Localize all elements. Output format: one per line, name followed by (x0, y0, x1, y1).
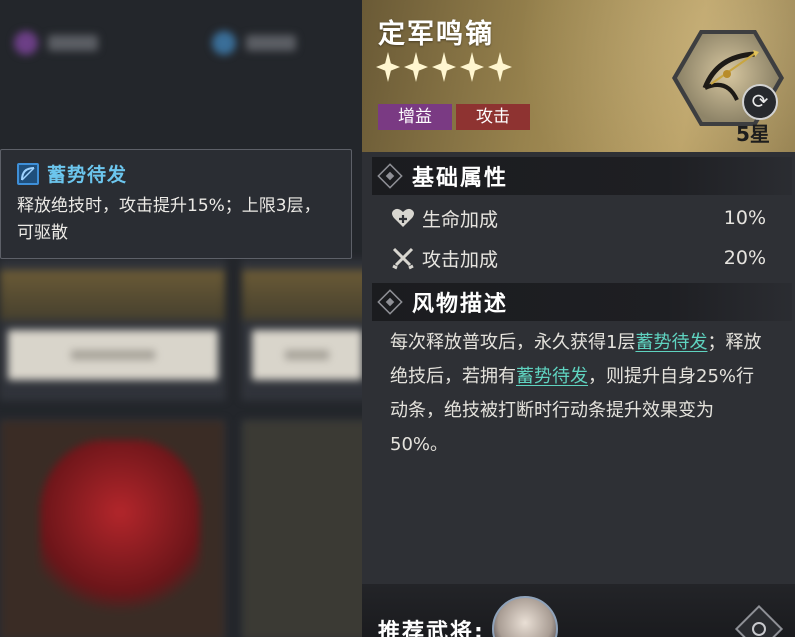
item-tag: 增益 (378, 104, 452, 130)
attribute-value: 10% (723, 207, 766, 229)
attribute-value: 20% (723, 247, 766, 269)
item-tag: 攻击 (456, 104, 530, 130)
tooltip-title: 蓄势待发 (47, 164, 128, 186)
description-header: 风物描述 (372, 283, 792, 321)
attribute-row-attack: 攻击加成 20% (390, 243, 766, 273)
bg-card-header (0, 270, 225, 320)
star-icon (488, 52, 512, 82)
attribute-row-hp: 生命加成 10% (390, 203, 766, 233)
star-icon (460, 52, 484, 82)
bg-button (8, 330, 218, 380)
item-detail-panel: 定军鸣镝 增益 攻击 ⟳ 5星 基础属性 生命加成 10% 攻击加成 20% 风… (362, 0, 795, 637)
hero-avatar[interactable] (492, 596, 558, 637)
bg-character (40, 440, 200, 620)
background-scene (0, 0, 362, 637)
base-attributes-header: 基础属性 (372, 157, 792, 195)
bg-tab-right (212, 28, 296, 58)
recommend-label: 推荐武将: (378, 620, 485, 637)
heart-plus-icon (392, 208, 414, 227)
buff-tooltip: 蓄势待发 释放绝技时，攻击提升15%；上限3层，可驱散 (0, 149, 352, 259)
section-title: 基础属性 (412, 166, 509, 191)
buff-link[interactable]: 蓄势待发 (635, 332, 707, 353)
star-icon (376, 52, 400, 82)
bg-card-header (242, 270, 362, 320)
crossed-swords-icon (392, 247, 414, 270)
recommend-bar: 推荐武将: (362, 584, 795, 637)
buff-link[interactable]: 蓄势待发 (516, 366, 588, 387)
attribute-label: 攻击加成 (422, 248, 499, 271)
item-level: 5星 (736, 122, 770, 146)
item-tags: 增益 攻击 (378, 104, 530, 130)
diamond-icon (377, 163, 403, 189)
tooltip-description: 释放绝技时，攻击提升15%；上限3层，可驱散 (17, 196, 321, 243)
star-icon (432, 52, 456, 82)
star-icon (404, 52, 428, 82)
bow-skill-icon (17, 162, 39, 185)
description-text: 每次释放普攻后，永久获得1层 (390, 332, 636, 353)
bg-button (252, 330, 362, 380)
star-rating (376, 52, 512, 82)
attribute-label: 生命加成 (422, 208, 499, 231)
item-description: 每次释放普攻后，永久获得1层蓄势待发；释放绝技后，若拥有蓄势待发，则提升自身25… (390, 326, 770, 462)
item-name: 定军鸣镝 (378, 19, 494, 50)
bg-tab-left (14, 28, 98, 58)
bg-card (242, 420, 362, 637)
refresh-icon[interactable]: ⟳ (742, 84, 778, 120)
magnify-icon[interactable] (734, 604, 784, 637)
section-title: 风物描述 (412, 292, 509, 317)
diamond-icon (377, 289, 403, 315)
